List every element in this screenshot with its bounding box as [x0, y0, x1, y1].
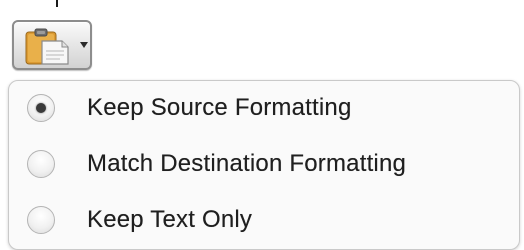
menu-item-label: Match Destination Formatting — [87, 150, 407, 177]
caret-down-icon — [80, 42, 88, 48]
clipboard-paste-icon — [25, 28, 69, 65]
artifact-mark — [56, 0, 58, 7]
menu-item-label: Keep Source Formatting — [87, 94, 352, 121]
radio-button[interactable] — [27, 206, 55, 234]
menu-item-label: Keep Text Only — [87, 206, 253, 233]
radio-button-selected[interactable] — [27, 94, 55, 122]
radio-button[interactable] — [27, 150, 55, 178]
paste-options-menu: Keep Source Formatting Match Destination… — [8, 80, 520, 250]
paste-options-button[interactable] — [12, 20, 92, 70]
menu-item-match-destination-formatting[interactable]: Match Destination Formatting — [9, 137, 519, 193]
menu-item-keep-source-formatting[interactable]: Keep Source Formatting — [9, 81, 519, 137]
paste-options-popup: Keep Source Formatting Match Destination… — [0, 0, 524, 250]
menu-item-keep-text-only[interactable]: Keep Text Only — [9, 193, 519, 249]
radio-selected-dot — [36, 103, 46, 113]
